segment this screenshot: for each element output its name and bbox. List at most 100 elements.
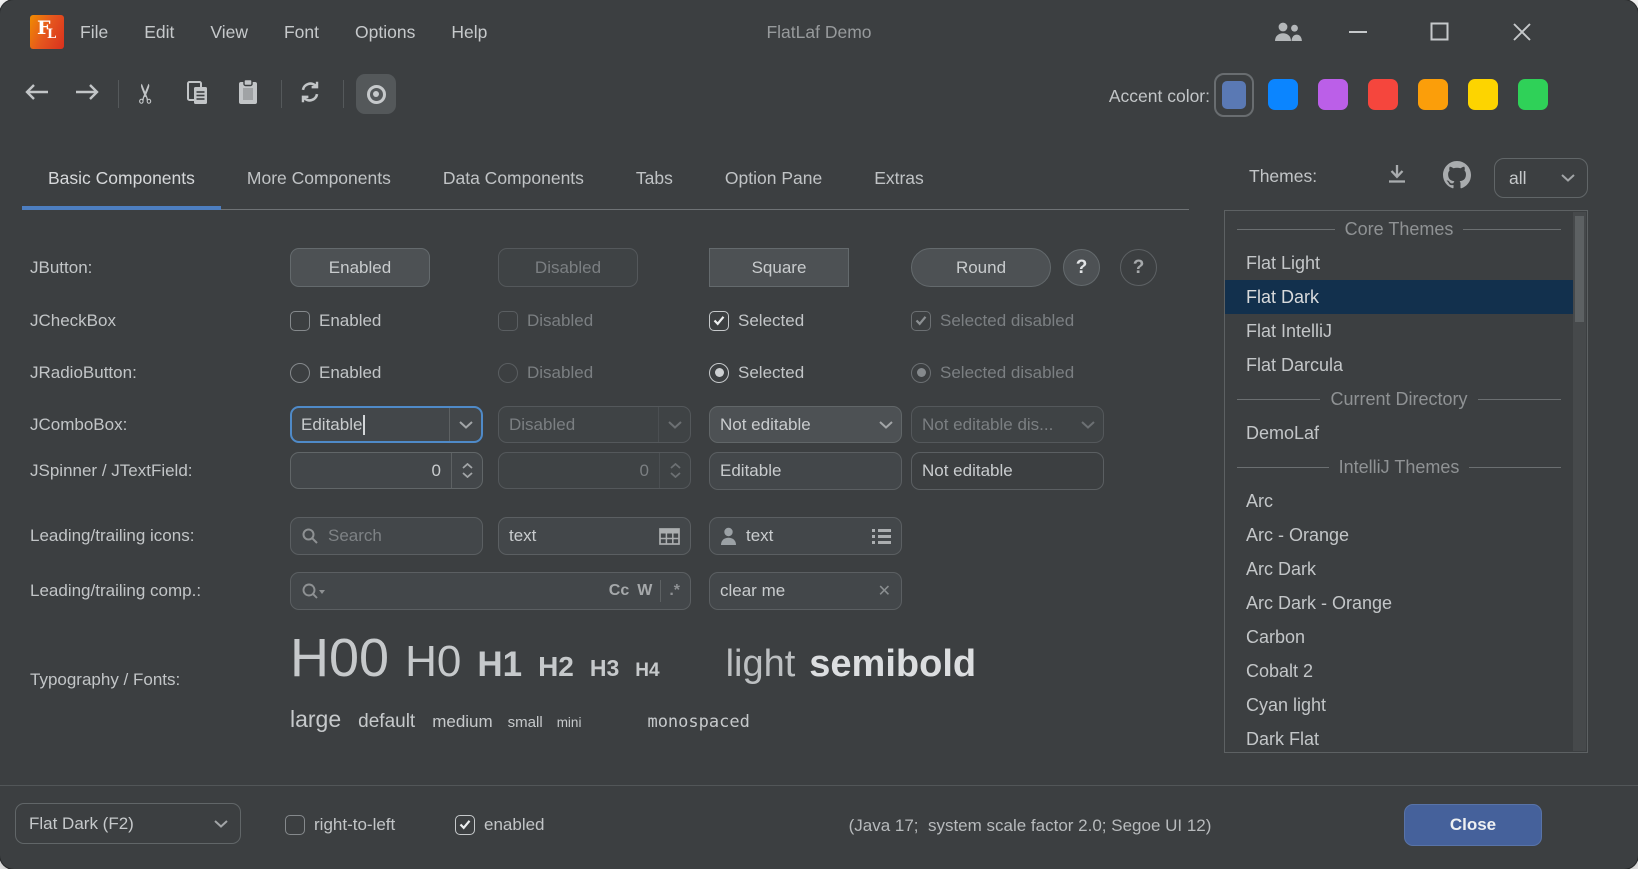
forward-button[interactable] [74,83,100,101]
theme-item-arc[interactable]: Arc [1225,484,1573,518]
textfield-not-editable: Not editable [911,452,1104,490]
theme-item-carbon[interactable]: Carbon [1225,620,1573,654]
close-window-button[interactable] [1512,22,1532,42]
tab-more-components[interactable]: More Components [221,150,417,210]
tab-extras[interactable]: Extras [848,150,950,210]
tab-option-pane[interactable]: Option Pane [699,150,848,210]
minimize-button[interactable] [1348,30,1368,34]
typography-headers: H00 H0 H1 H2 H3 H4 light semibold [290,627,976,689]
regex-button[interactable]: .* [669,582,680,600]
radio-icon [290,363,310,383]
toolbar-separator [281,80,282,108]
round-button[interactable]: Round [911,248,1051,287]
text-field-table-icon[interactable]: text [498,517,691,555]
match-case-button[interactable]: Cc [609,582,629,600]
checkbox-checked-icon [455,815,475,835]
menu-edit[interactable]: Edit [126,22,192,43]
refresh-button[interactable] [297,79,323,105]
theme-group-separator: IntelliJ Themes [1225,450,1573,484]
menu-help[interactable]: Help [433,22,505,43]
chevron-down-icon [462,472,473,478]
tab-data-components[interactable]: Data Components [417,150,610,210]
checkbox-selected[interactable]: Selected [709,304,804,337]
accent-swatch-default[interactable] [1214,73,1254,117]
text-field-user-menu[interactable]: text [709,517,902,555]
tab-basic-components[interactable]: Basic Components [22,150,221,210]
help-button[interactable]: ? [1063,249,1100,286]
right-to-left-checkbox[interactable]: right-to-left [285,808,395,841]
combobox-not-editable[interactable]: Not editable [709,406,902,443]
scrollbar-thumb[interactable] [1575,216,1584,322]
menu-file[interactable]: File [62,22,126,43]
radio-icon [498,363,518,383]
help-button-outlined[interactable]: ? [1120,249,1157,286]
checkbox-icon [285,815,305,835]
paste-button[interactable] [237,79,259,106]
theme-group-separator: Current Directory [1225,382,1573,416]
search-field-with-options[interactable]: Cc W .* [290,572,691,610]
search-icon [301,527,319,545]
theme-item-cyan-light[interactable]: Cyan light [1225,688,1573,722]
leading-trailing-icons-label: Leading/trailing icons: [30,526,194,546]
theme-item-arc-orange[interactable]: Arc - Orange [1225,518,1573,552]
menu-view[interactable]: View [192,22,266,43]
chevron-down-icon [879,421,893,429]
menu-font[interactable]: Font [266,22,337,43]
theme-item-demolaf[interactable]: DemoLaf [1225,416,1573,450]
download-themes-button[interactable] [1385,163,1409,187]
inspect-toggle-button[interactable] [356,74,396,114]
clear-me-field[interactable]: clear me ✕ [709,572,902,610]
accent-swatch-yellow[interactable] [1468,79,1498,110]
radio-selected[interactable]: Selected [709,356,804,389]
spinner-enabled[interactable]: 0 [290,452,483,489]
theme-item-dark-flat[interactable]: Dark Flat [1225,722,1573,753]
theme-item-flat-light[interactable]: Flat Light [1225,246,1573,280]
github-icon[interactable] [1443,161,1471,189]
textfield-editable[interactable]: Editable [709,452,902,490]
tab-tabs[interactable]: Tabs [610,150,699,210]
accent-swatch-purple[interactable] [1318,79,1348,110]
enabled-button[interactable]: Enabled [290,248,430,287]
lookandfeel-combo[interactable]: Flat Dark (F2) [15,803,241,844]
users-icon[interactable] [1272,20,1304,44]
menu-options[interactable]: Options [337,22,433,43]
maximize-button[interactable] [1430,22,1449,41]
radio-selected-disabled: Selected disabled [911,356,1074,389]
cut-button[interactable]: ✂ [131,82,162,105]
leading-trailing-comp-label: Leading/trailing comp.: [30,581,201,601]
table-icon [659,528,680,545]
checkbox-checked-icon [911,311,931,331]
themes-filter-combo[interactable]: all [1494,158,1588,198]
accent-swatch-color [1222,81,1246,109]
checkbox-checked-icon [709,311,729,331]
user-icon [720,527,737,546]
spinner-buttons[interactable] [452,453,482,488]
back-button[interactable] [24,83,50,101]
theme-item-cobalt-2[interactable]: Cobalt 2 [1225,654,1573,688]
search-dropdown-icon[interactable] [301,582,327,601]
checkbox-enabled[interactable]: Enabled [290,304,381,337]
disabled-button: Disabled [498,248,638,287]
search-field[interactable]: Search [290,517,483,555]
copy-button[interactable] [186,80,210,106]
close-button[interactable]: Close [1404,804,1542,846]
theme-item-flat-dark[interactable]: Flat Dark [1225,280,1573,314]
theme-item-arc-dark-orange[interactable]: Arc Dark - Orange [1225,586,1573,620]
toolbar-separator [118,80,119,108]
whole-word-button[interactable]: W [637,582,652,600]
combobox-editable[interactable]: Editable [290,406,483,443]
accent-swatch-green[interactable] [1518,79,1548,110]
theme-item-flat-intellij[interactable]: Flat IntelliJ [1225,314,1573,348]
chevron-down-icon [1081,421,1095,429]
enabled-checkbox[interactable]: enabled [455,808,545,841]
theme-item-flat-darcula[interactable]: Flat Darcula [1225,348,1573,382]
clear-icon[interactable]: ✕ [878,581,891,601]
accent-swatch-orange[interactable] [1418,79,1448,110]
themes-scrollbar[interactable] [1573,212,1586,751]
accent-swatch-red[interactable] [1368,79,1398,110]
jcheckbox-label: JCheckBox [30,311,116,331]
accent-swatch-blue[interactable] [1268,79,1298,110]
radio-enabled[interactable]: Enabled [290,356,381,389]
theme-item-arc-dark[interactable]: Arc Dark [1225,552,1573,586]
square-button[interactable]: Square [709,248,849,287]
